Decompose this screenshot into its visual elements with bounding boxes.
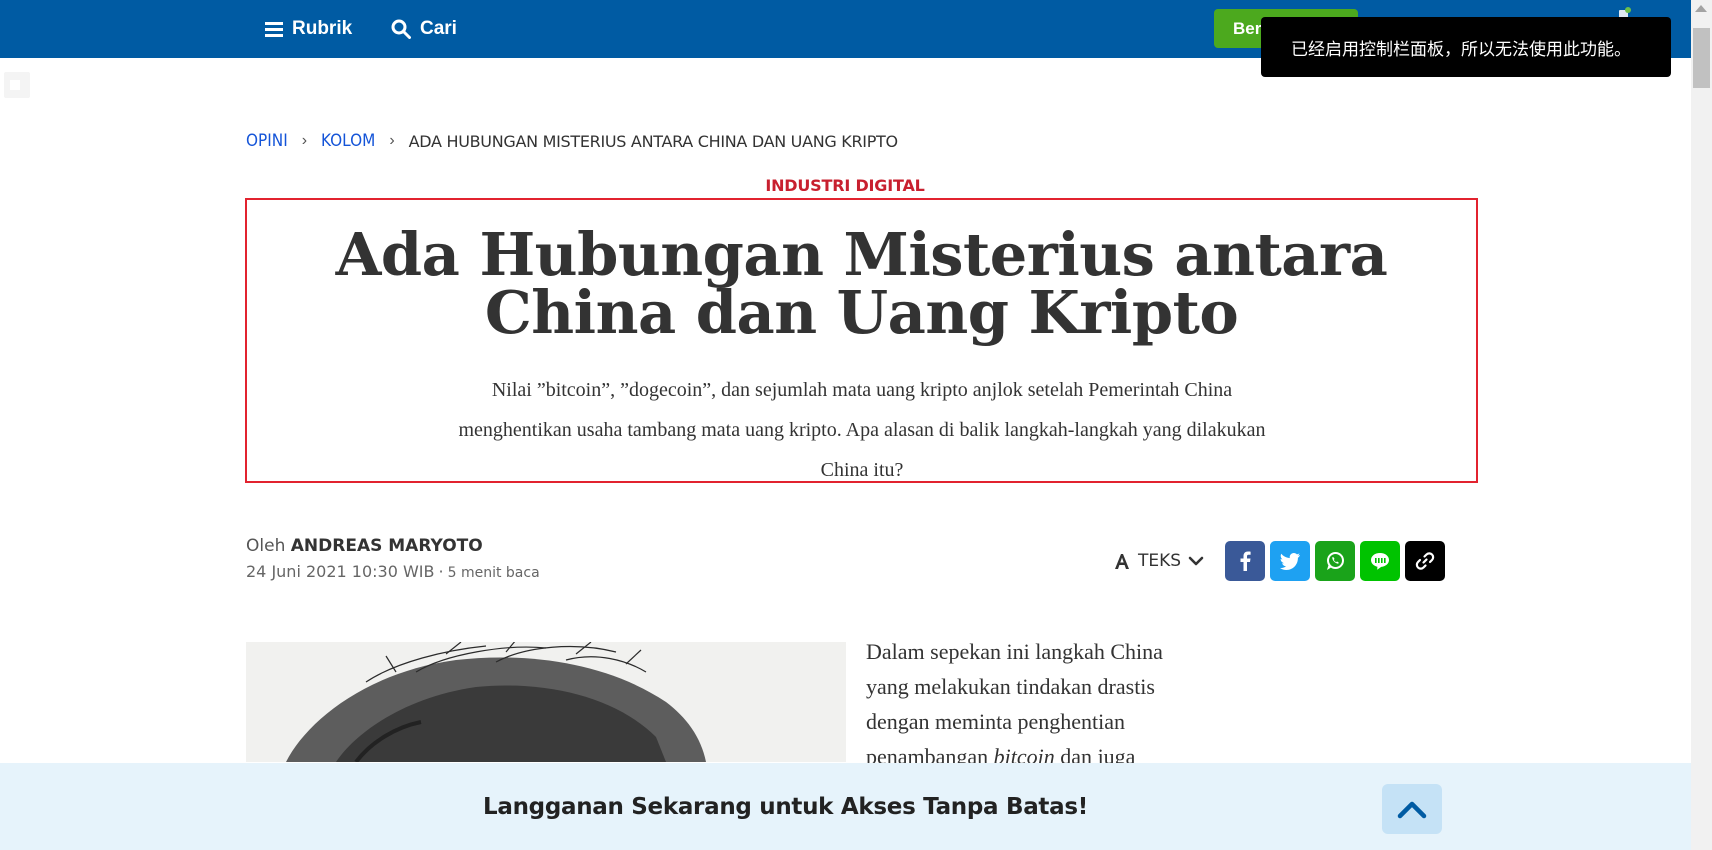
body-line: yang melakukan tindakan drastis <box>866 674 1155 699</box>
headline-section: Ada Hubungan Misterius antara China dan … <box>245 198 1478 483</box>
breadcrumb-current: ADA HUBUNGAN MISTERIUS ANTARA CHINA DAN … <box>408 131 898 151</box>
copy-link-button[interactable] <box>1405 541 1445 581</box>
side-widget-placeholder[interactable] <box>4 72 30 98</box>
search-icon <box>391 19 411 39</box>
search-label: Cari <box>420 18 457 39</box>
byline-prefix: Oleh <box>246 536 286 556</box>
breadcrumb-separator: › <box>301 132 308 149</box>
byline: Oleh ANDREAS MARYOTO <box>246 536 483 556</box>
author-name[interactable]: ANDREAS MARYOTO <box>291 536 483 556</box>
notification-toast: 已经启用控制栏面板，所以无法使用此功能。 <box>1261 17 1671 77</box>
text-size-label: TEKS <box>1138 551 1182 571</box>
whatsapp-icon <box>1327 552 1344 570</box>
scrollbar-track[interactable] <box>1691 0 1712 850</box>
portrait-sketch-image <box>246 642 846 762</box>
chevron-up-icon <box>1397 801 1427 819</box>
hamburger-icon <box>265 22 283 37</box>
article-illustration[interactable] <box>246 642 846 762</box>
read-time: 5 menit baca <box>447 565 540 581</box>
scroll-up-arrow-icon[interactable] <box>1695 5 1707 12</box>
publish-info: 24 Juni 2021 10:30 WIB · 5 menit baca <box>246 562 540 581</box>
share-facebook-button[interactable] <box>1225 541 1265 581</box>
scroll-to-top-button[interactable] <box>1382 784 1442 834</box>
search-button[interactable]: Cari <box>391 0 457 58</box>
text-size-dropdown[interactable]: TEKS <box>1113 548 1204 574</box>
article-category[interactable]: INDUSTRI DIGITAL <box>0 176 1690 195</box>
toast-message: 已经启用控制栏面板，所以无法使用此功能。 <box>1291 39 1631 60</box>
line-icon <box>1371 552 1389 570</box>
rubrik-label: Rubrik <box>292 18 353 39</box>
article-title: Ada Hubungan Misterius antara China dan … <box>335 220 1388 347</box>
article-summary: Nilai ”bitcoin”, ”dogecoin”, dan sejumla… <box>458 379 1266 481</box>
share-whatsapp-button[interactable] <box>1315 541 1355 581</box>
twitter-icon <box>1280 552 1300 570</box>
link-icon <box>1415 552 1435 570</box>
rubrik-menu-button[interactable]: Rubrik <box>265 0 352 58</box>
breadcrumb-kolom[interactable]: KOLOM <box>321 131 375 151</box>
article-body: Dalam sepekan ini langkah China yang mel… <box>866 634 1206 774</box>
body-line: Dalam sepekan ini langkah China <box>866 639 1163 664</box>
chevron-down-icon <box>1188 556 1204 566</box>
subscription-banner: Langganan Sekarang untuk Akses Tanpa Bat… <box>0 763 1691 850</box>
subscription-cta[interactable]: Langganan Sekarang untuk Akses Tanpa Bat… <box>483 763 1088 850</box>
font-size-icon <box>1115 554 1129 569</box>
breadcrumb-opini[interactable]: OPINI <box>246 131 288 151</box>
facebook-icon <box>1240 551 1251 571</box>
breadcrumb-separator: › <box>389 132 395 149</box>
meta-separator: · <box>438 562 444 581</box>
body-line: dengan meminta penghentian <box>866 709 1126 734</box>
share-twitter-button[interactable] <box>1270 541 1310 581</box>
publish-date: 24 Juni 2021 10:30 WIB <box>246 562 435 581</box>
breadcrumb: OPINI › KOLOM › ADA HUBUNGAN MISTERIUS A… <box>246 131 898 151</box>
share-line-button[interactable] <box>1360 541 1400 581</box>
scrollbar-thumb[interactable] <box>1693 28 1710 88</box>
